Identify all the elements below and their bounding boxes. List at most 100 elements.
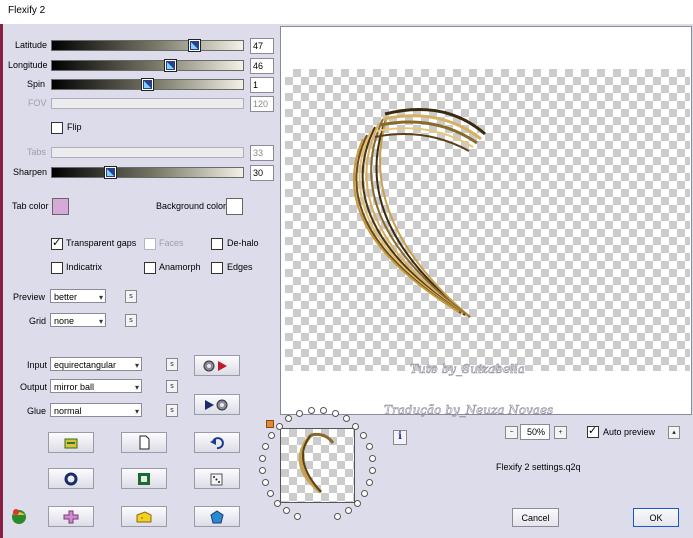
ring-button[interactable] [48, 468, 94, 489]
spin-slider-thumb[interactable] [142, 79, 153, 90]
navigator-dot[interactable] [354, 499, 362, 507]
sharpen-slider[interactable] [51, 167, 244, 178]
new-page-icon [139, 435, 150, 450]
new-page-button[interactable] [121, 432, 167, 453]
window-title: Flexify 2 [8, 5, 46, 16]
preview-quality-value: better [54, 292, 78, 302]
navigator-dot[interactable] [344, 507, 352, 515]
navigator-dot[interactable] [283, 507, 291, 515]
globe-button[interactable] [9, 507, 29, 527]
navigator-dot[interactable] [365, 442, 373, 450]
output-swap-button[interactable] [194, 394, 240, 415]
navigator-dot[interactable] [361, 489, 369, 497]
ring-icon [64, 472, 78, 485]
dehalo-label: De-halo [227, 238, 259, 248]
navigator-dot[interactable] [352, 422, 360, 430]
flexified-image [353, 108, 486, 318]
navigator-dot[interactable] [368, 454, 376, 462]
dehalo-checkbox[interactable] [211, 238, 223, 250]
sharpen-slider-thumb[interactable] [105, 167, 116, 178]
navigator-thumbnail[interactable] [280, 428, 355, 503]
fov-value: 120 [250, 96, 274, 112]
navigator-dot[interactable] [259, 466, 267, 474]
navigator-dot[interactable] [267, 432, 275, 440]
indicatrix-checkbox[interactable] [51, 262, 63, 274]
play-back-icon [205, 399, 228, 410]
longitude-slider-thumb[interactable] [165, 60, 176, 71]
navigator-dot[interactable] [273, 499, 281, 507]
glue-s-button[interactable]: s [166, 404, 178, 417]
settings-filename: Flexify 2 settings.q2q [496, 462, 581, 472]
frame-button[interactable] [121, 468, 167, 489]
navigator-dot[interactable] [266, 489, 274, 497]
latitude-slider[interactable] [51, 40, 244, 51]
edges-label: Edges [227, 262, 253, 272]
grid-select[interactable]: none ▾ [50, 313, 106, 327]
navigator-dot[interactable] [342, 415, 350, 423]
navigator-dot[interactable] [293, 513, 301, 521]
cancel-button[interactable]: Cancel [512, 508, 559, 527]
spin-slider[interactable] [51, 79, 244, 90]
navigator-dot[interactable] [285, 415, 293, 423]
spin-value[interactable]: 1 [250, 77, 274, 93]
chevron-down-icon: ▾ [134, 407, 139, 416]
ok-button[interactable]: OK [633, 508, 679, 527]
preview-quality-s-button[interactable]: s [125, 290, 137, 303]
tab-color-swatch[interactable] [52, 198, 69, 215]
glue-select[interactable]: normal ▾ [50, 403, 142, 417]
background-color-label: Background color [156, 201, 227, 211]
anamorph-checkbox[interactable] [144, 262, 156, 274]
preview-panel[interactable]: Tuto by_Suizabella [280, 26, 692, 415]
transparent-gaps-checkbox[interactable] [51, 236, 63, 250]
flip-checkbox[interactable] [51, 122, 63, 134]
navigator-dot[interactable] [368, 466, 376, 474]
title-bar: Flexify 2 [0, 0, 693, 24]
navigator-dot[interactable] [261, 478, 269, 486]
longitude-slider[interactable] [51, 60, 244, 71]
preview-quality-select[interactable]: better ▾ [50, 289, 106, 303]
input-select[interactable]: equirectangular ▾ [50, 357, 142, 371]
undo-button[interactable] [194, 432, 240, 453]
navigator-dot[interactable] [296, 409, 304, 417]
navigator-marker[interactable] [266, 420, 274, 428]
tabs-value: 33 [250, 145, 274, 161]
indicatrix-label: Indicatrix [66, 262, 103, 272]
randomize-icon [64, 438, 78, 448]
navigator-dot[interactable] [366, 478, 374, 486]
grid-s-button[interactable]: s [125, 314, 137, 327]
longitude-label: Longitude [8, 60, 48, 70]
flexify-dialog: Latitude 47 Longitude 46 Spin 1 FOV 120 … [3, 24, 693, 538]
grid-value: none [54, 316, 75, 326]
navigator-dot[interactable] [334, 513, 342, 521]
navigator-dot[interactable] [275, 422, 283, 430]
navigator-dot[interactable] [360, 432, 368, 440]
info-button[interactable]: i [393, 430, 407, 445]
input-s-button[interactable]: s [166, 358, 178, 371]
cheese-button[interactable] [121, 506, 167, 527]
navigator-dot[interactable] [331, 409, 339, 417]
gem-button[interactable] [194, 506, 240, 527]
zoom-value: 50% [520, 424, 550, 440]
output-s-button[interactable]: s [166, 380, 178, 393]
cross-button[interactable] [48, 506, 94, 527]
latitude-slider-thumb[interactable] [189, 40, 200, 51]
dice-button[interactable] [194, 468, 240, 489]
faces-label: Faces [159, 238, 184, 248]
flip-label: Flip [67, 122, 82, 132]
navigator-dot[interactable] [262, 442, 270, 450]
input-swap-button[interactable] [194, 355, 240, 376]
zoom-in-button[interactable]: + [554, 426, 567, 439]
latitude-value[interactable]: 47 [250, 38, 274, 54]
sharpen-value[interactable]: 30 [250, 165, 274, 181]
randomize-button[interactable] [48, 432, 94, 453]
background-color-swatch[interactable] [226, 198, 243, 215]
longitude-value[interactable]: 46 [250, 58, 274, 74]
dice-icon [210, 473, 223, 485]
edges-checkbox[interactable] [211, 262, 223, 274]
collapse-button[interactable]: ▴ [668, 426, 680, 439]
auto-preview-checkbox[interactable] [587, 424, 599, 438]
navigator-dot[interactable] [259, 454, 267, 462]
zoom-out-button[interactable]: − [505, 426, 518, 439]
output-select[interactable]: mirror ball ▾ [50, 379, 142, 393]
output-value: mirror ball [54, 382, 95, 392]
